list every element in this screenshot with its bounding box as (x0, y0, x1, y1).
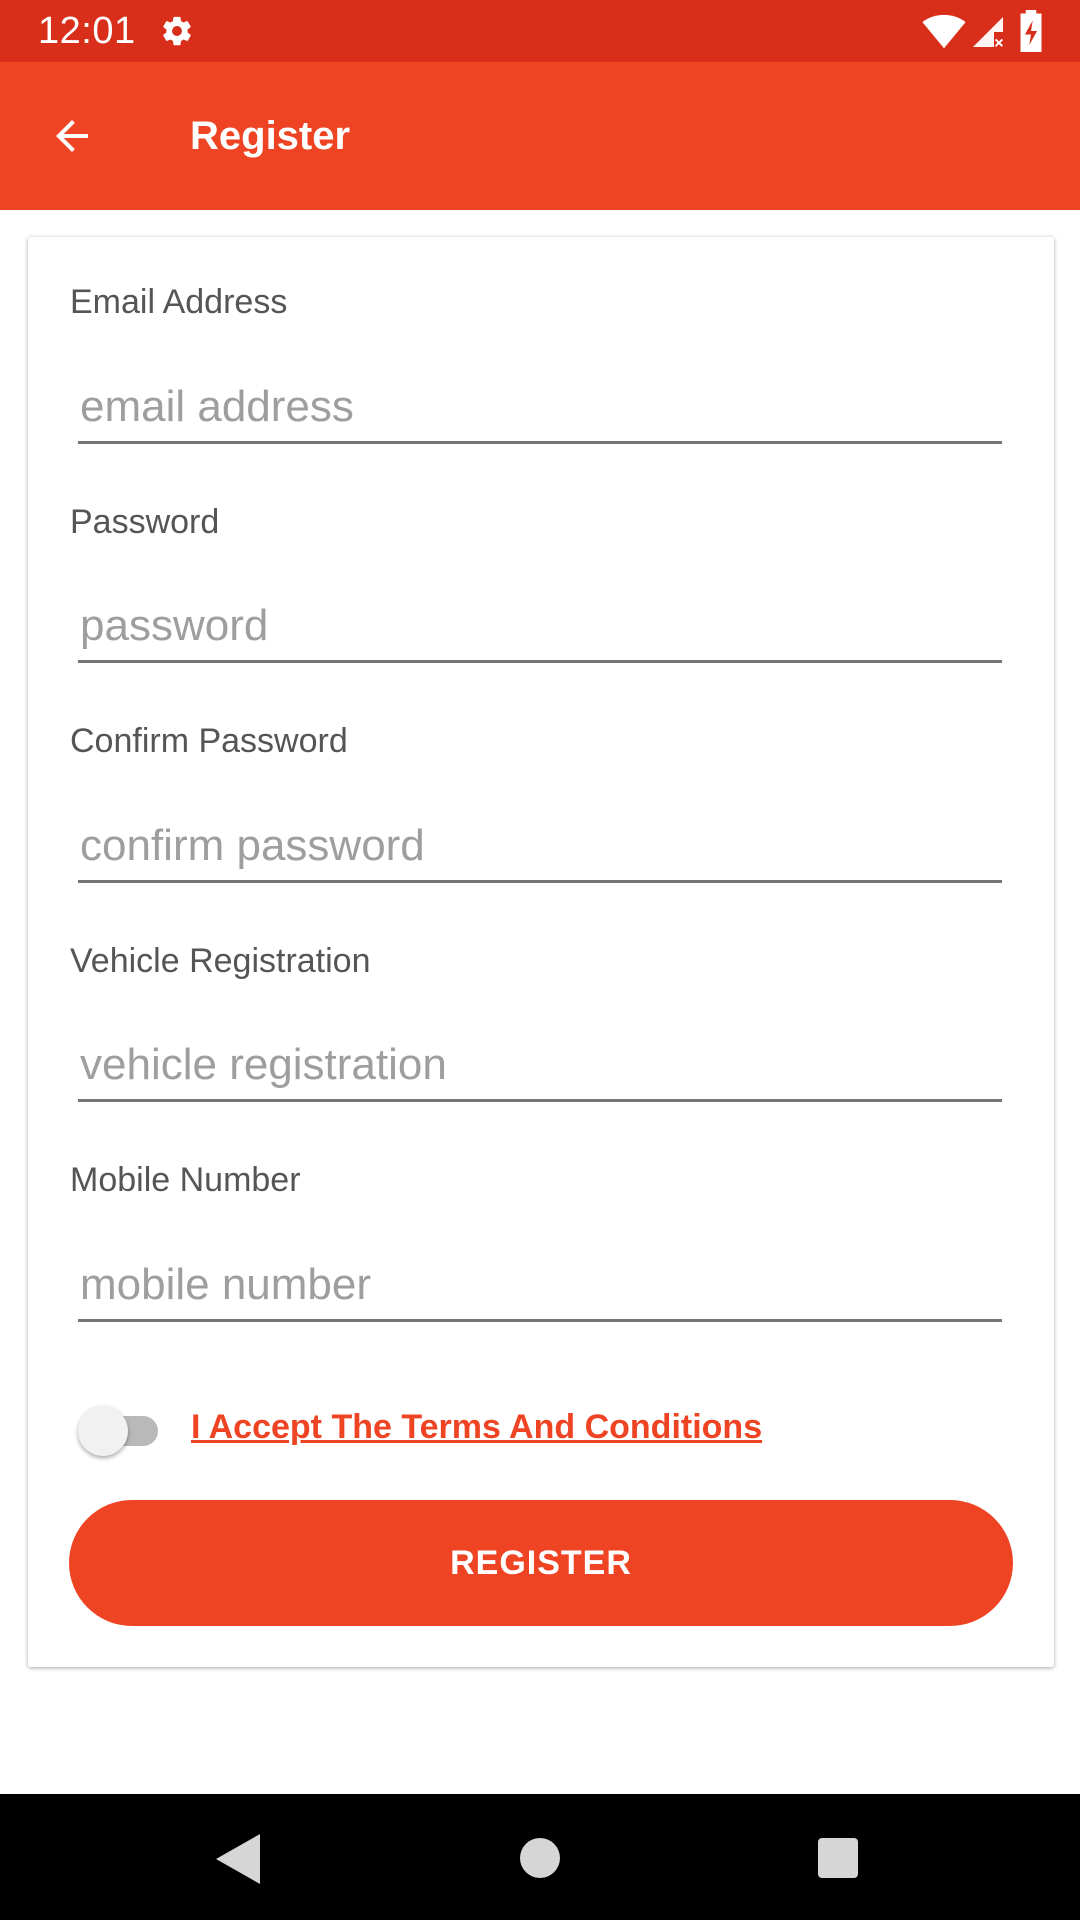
battery-charging-icon (1020, 10, 1042, 52)
mobile-number-label: Mobile Number (70, 1161, 301, 1199)
app-bar: Register (0, 62, 1080, 210)
wifi-icon (922, 14, 966, 49)
arrow-back-icon (56, 120, 88, 152)
email-label: Email Address (70, 283, 288, 321)
mobile-number-field[interactable] (78, 1250, 1002, 1322)
vehicle-registration-label: Vehicle Registration (70, 942, 371, 980)
email-field[interactable] (78, 372, 1002, 444)
settings-gear-icon (163, 16, 191, 46)
terms-toggle[interactable] (78, 1400, 164, 1456)
register-screen: 12:01 Register Email Address Password (0, 0, 1080, 1920)
nav-back-icon[interactable] (216, 1834, 260, 1884)
navigation-bar (0, 1794, 1080, 1920)
toggle-thumb (78, 1406, 128, 1456)
password-label: Password (70, 503, 220, 541)
register-form-card: Email Address Password Confirm Password … (28, 237, 1054, 1667)
confirm-password-field[interactable] (78, 811, 1002, 883)
page-title: Register (190, 114, 351, 158)
signal-icon (973, 17, 1003, 47)
terms-link[interactable]: I Accept The Terms And Conditions (191, 1406, 762, 1448)
vehicle-registration-field[interactable] (78, 1030, 1002, 1102)
back-button[interactable] (34, 98, 110, 174)
confirm-password-label: Confirm Password (70, 722, 348, 760)
register-button[interactable]: REGISTER (69, 1500, 1013, 1626)
status-time: 12:01 (38, 10, 136, 52)
nav-home-icon[interactable] (520, 1838, 560, 1878)
status-bar: 12:01 (0, 0, 1080, 62)
password-field[interactable] (78, 591, 1002, 663)
nav-recents-icon[interactable] (818, 1838, 858, 1878)
